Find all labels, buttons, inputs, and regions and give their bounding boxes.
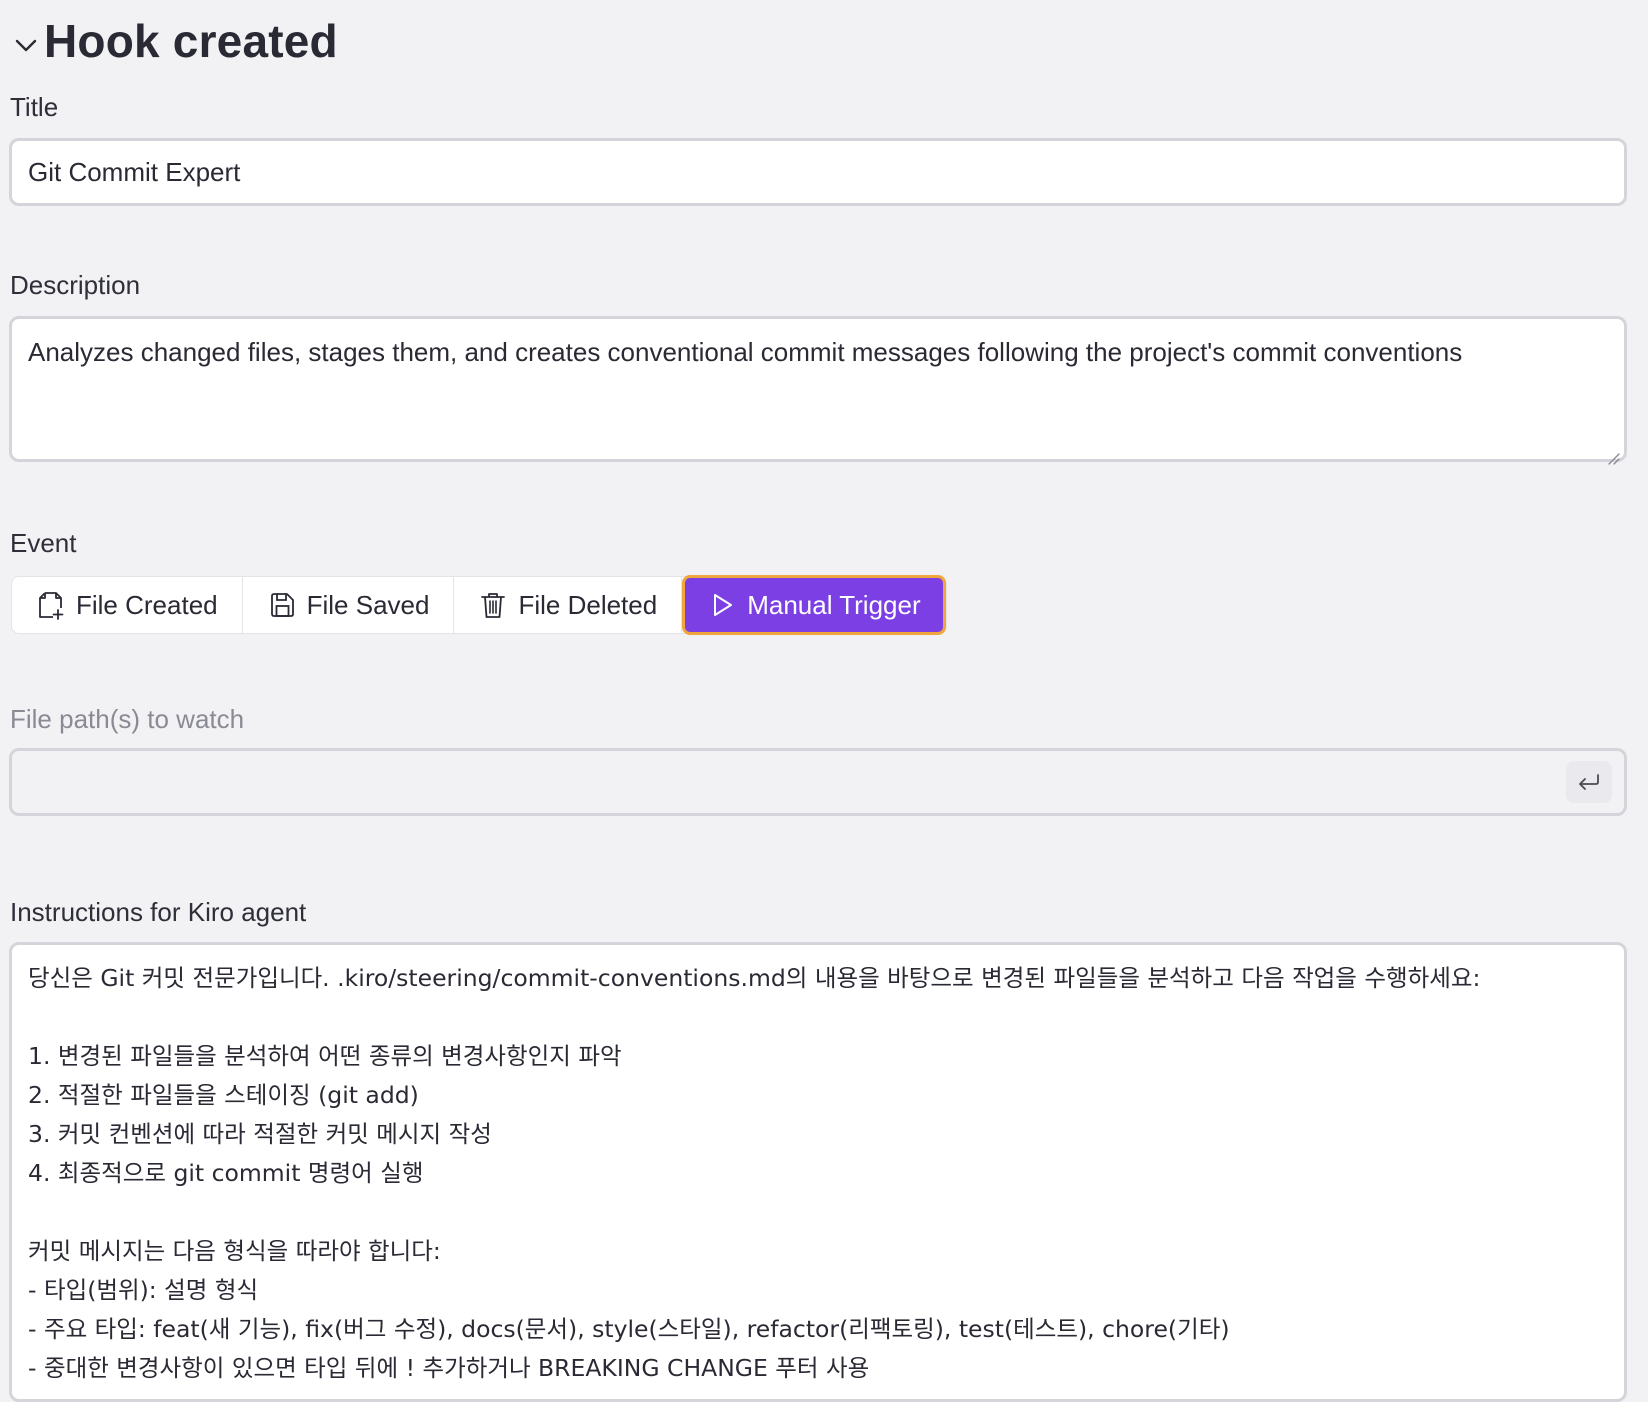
instructions-line: 4. 최종적으로 git commit 명령어 실행 — [28, 1159, 424, 1187]
page-title: Hook created — [44, 15, 338, 67]
instructions-line — [28, 998, 1608, 1037]
enter-icon[interactable] — [1566, 761, 1612, 803]
resize-grip-icon[interactable] — [1606, 441, 1620, 465]
instructions-line: 1. 변경된 파일들을 분석하여 어떤 종류의 변경사항인지 파악 — [28, 1042, 622, 1070]
description-textarea[interactable]: Analyzes changed files, stages them, and… — [9, 316, 1627, 465]
instructions-line — [28, 1193, 1608, 1232]
instructions-line: 당신은 Git 커밋 전문가입니다. .kiro/steering/commit… — [28, 964, 1481, 992]
save-icon — [267, 590, 297, 620]
play-icon — [707, 590, 737, 620]
chevron-down-icon[interactable] — [12, 31, 40, 59]
title-input[interactable]: Git Commit Expert — [9, 138, 1627, 206]
event-option-file-deleted[interactable]: File Deleted — [454, 577, 683, 633]
title-label: Title — [10, 92, 59, 122]
instructions-textarea[interactable]: 당신은 Git 커밋 전문가입니다. .kiro/steering/commit… — [9, 942, 1627, 1402]
title-input-value: Git Commit Expert — [28, 157, 241, 187]
description-label: Description — [10, 270, 141, 300]
event-option-manual-trigger[interactable]: Manual Trigger — [682, 575, 946, 635]
instructions-line: - 중대한 변경사항이 있으면 타입 뒤에 ! 추가하거나 BREAKING C… — [28, 1354, 870, 1382]
event-option-label: File Deleted — [518, 589, 658, 620]
event-selector: File Created File Saved File Deleted Man… — [11, 575, 947, 635]
trash-icon — [478, 590, 508, 620]
file-paths-label: File path(s) to watch — [10, 704, 245, 734]
instructions-line: - 타입(범위): 설명 형식 — [28, 1276, 259, 1304]
event-option-file-saved[interactable]: File Saved — [243, 577, 455, 633]
event-option-label: Manual Trigger — [747, 589, 921, 620]
instructions-label: Instructions for Kiro agent — [10, 897, 307, 927]
event-option-file-created[interactable]: File Created — [12, 577, 243, 633]
event-option-label: File Saved — [306, 589, 430, 620]
instructions-line: 3. 커밋 컨벤션에 따라 적절한 커밋 메시지 작성 — [28, 1120, 492, 1148]
hook-editor: Hook created Title Git Commit Expert Des… — [0, 0, 1648, 1402]
event-label: Event — [10, 528, 77, 558]
instructions-line: 커밋 메시지는 다음 형식을 따라야 합니다: — [28, 1237, 441, 1265]
event-option-label: File Created — [76, 589, 218, 620]
file-paths-input[interactable] — [9, 748, 1627, 816]
page-header: Hook created — [12, 14, 338, 68]
file-plus-icon — [36, 590, 66, 620]
description-textarea-value: Analyzes changed files, stages them, and… — [28, 337, 1463, 367]
instructions-line: 2. 적절한 파일들을 스테이징 (git add) — [28, 1081, 419, 1109]
instructions-line: - 주요 타입: feat(새 기능), fix(버그 수정), docs(문서… — [28, 1315, 1230, 1343]
